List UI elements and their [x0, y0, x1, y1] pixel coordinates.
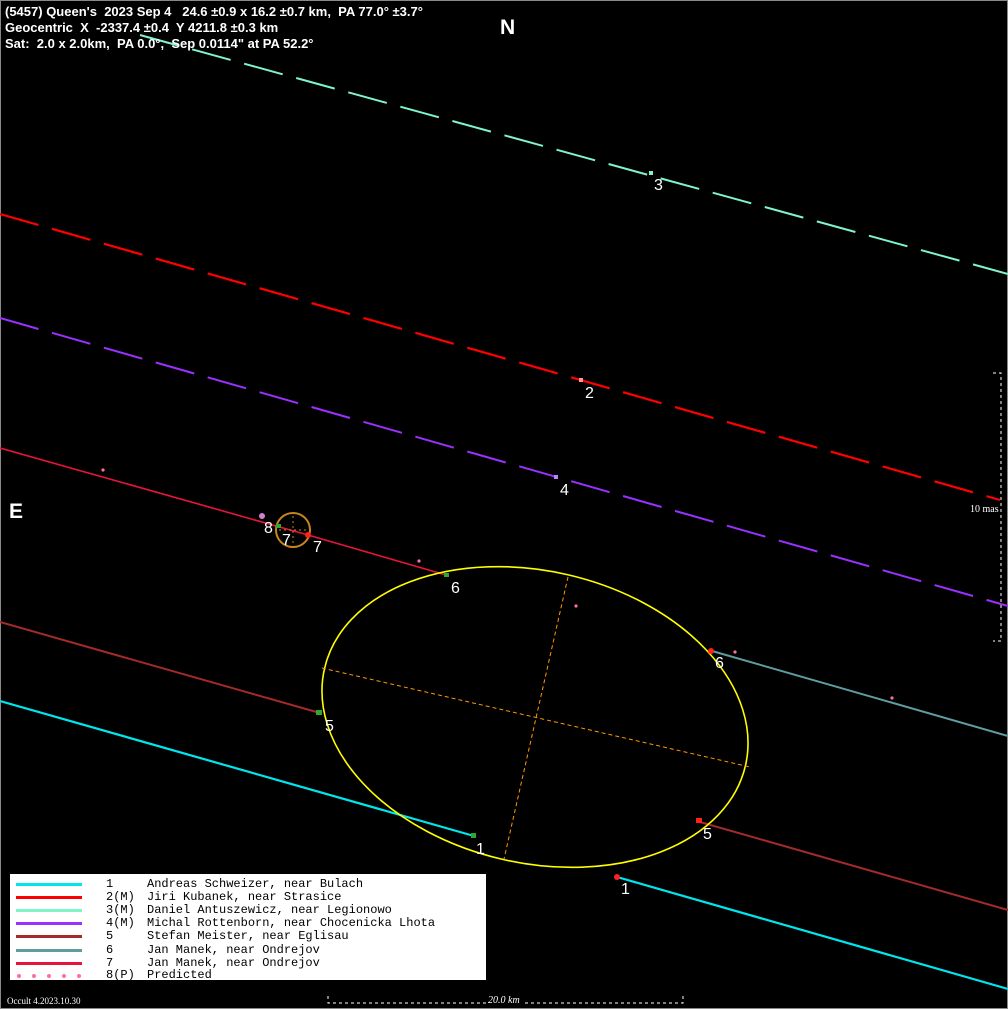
legend-row: 8(P) Predicted — [10, 968, 486, 982]
legend-name: Stefan Meister, near Eglisau — [147, 929, 349, 943]
legend-name: Jiri Kubanek, near Strasice — [147, 890, 342, 904]
legend-swatch — [16, 962, 82, 965]
legend-name: Jan Manek, near Ondrejov — [147, 943, 320, 957]
marker-1-green — [471, 833, 476, 838]
marker-7-red — [305, 532, 311, 538]
legend-row: 3(M) Daniel Antuszewicz, near Legionowo — [10, 903, 486, 917]
marker-7-green — [276, 524, 281, 528]
legend-row: 1 Andreas Schweizer, near Bulach — [10, 877, 486, 891]
horizontal-scale-label: 20.0 km — [486, 995, 522, 1006]
header-line-1: (5457) Queen's 2023 Sep 4 24.6 ±0.9 x 16… — [5, 4, 423, 19]
predicted-dot-c — [574, 604, 578, 608]
legend-swatch — [16, 896, 82, 899]
marker-2 — [579, 378, 583, 382]
vertical-scale-label: 10 mas — [970, 504, 999, 515]
legend-name: Daniel Antuszewicz, near Legionowo — [147, 903, 392, 917]
legend-num: 8(P) — [106, 968, 135, 982]
label-chord-7a: 7 — [282, 532, 291, 549]
marker-6-green — [444, 573, 449, 577]
legend-name: Michal Rottenborn, near Chocenicka Lhota — [147, 916, 436, 930]
predicted-dot-a — [101, 468, 105, 472]
occultation-diagram: 3 2 4 8(P) 8 7 7 6 6 5 5 1 1 10 mas — [0, 0, 1008, 1009]
legend-num: 2(M) — [106, 890, 135, 904]
legend-num: 4(M) — [106, 916, 135, 930]
legend-swatch — [16, 883, 82, 886]
predicted-dot-e — [890, 696, 894, 700]
label-chord-1a: 1 — [476, 841, 485, 858]
predicted-dot-b — [417, 559, 421, 563]
label-chord-2: 2 — [585, 385, 594, 402]
legend-swatch-dots — [17, 974, 81, 978]
label-chord-6b: 6 — [715, 655, 724, 672]
legend-num: 6 — [106, 943, 114, 957]
legend-num: 3(M) — [106, 903, 135, 917]
legend-row: 5 Stefan Meister, near Eglisau — [10, 929, 486, 943]
legend-name: Andreas Schweizer, near Bulach — [147, 877, 364, 891]
label-chord-6a: 6 — [451, 580, 460, 597]
legend-swatch — [16, 922, 82, 925]
legend-name: Predicted — [147, 968, 212, 982]
label-chord-5a: 5 — [325, 718, 334, 735]
label-chord-3: 3 — [654, 177, 663, 194]
east-label: E — [9, 500, 24, 523]
label-chord-4: 4 — [560, 482, 569, 499]
legend-row: 6 Jan Manek, near Ondrejov — [10, 943, 486, 957]
observer-legend: 1 Andreas Schweizer, near Bulach 2(M) Ji… — [10, 874, 486, 982]
header-line-3: Sat: 2.0 x 2.0km, PA 0.0°, Sep 0.0114" a… — [5, 36, 314, 51]
marker-8-predicted — [259, 513, 265, 519]
marker-6-red — [708, 648, 714, 654]
header-line-2: Geocentric X -2337.4 ±0.4 Y 4211.8 ±0.3 … — [5, 20, 279, 35]
legend-swatch — [16, 949, 82, 952]
marker-1-red — [614, 874, 620, 880]
label-chord-7b: 7 — [313, 539, 322, 556]
marker-5-green — [316, 710, 322, 715]
legend-row: 4(M) Michal Rottenborn, near Chocenicka … — [10, 916, 486, 930]
label-chord-5b: 5 — [703, 826, 712, 843]
legend-num: 1 — [106, 877, 114, 891]
label-chord-1b: 1 — [621, 881, 630, 898]
label-chord-8-short: 8 — [264, 520, 273, 537]
marker-3 — [649, 171, 653, 175]
marker-4 — [554, 475, 558, 479]
north-label: N — [500, 16, 516, 39]
legend-num: 5 — [106, 929, 114, 943]
legend-swatch — [16, 935, 82, 938]
legend-row: 2(M) Jiri Kubanek, near Strasice — [10, 890, 486, 904]
predicted-dot-d — [733, 650, 737, 654]
software-version: Occult 4.2023.10.30 — [7, 996, 81, 1006]
marker-5-red — [696, 818, 702, 823]
legend-swatch — [16, 909, 82, 912]
